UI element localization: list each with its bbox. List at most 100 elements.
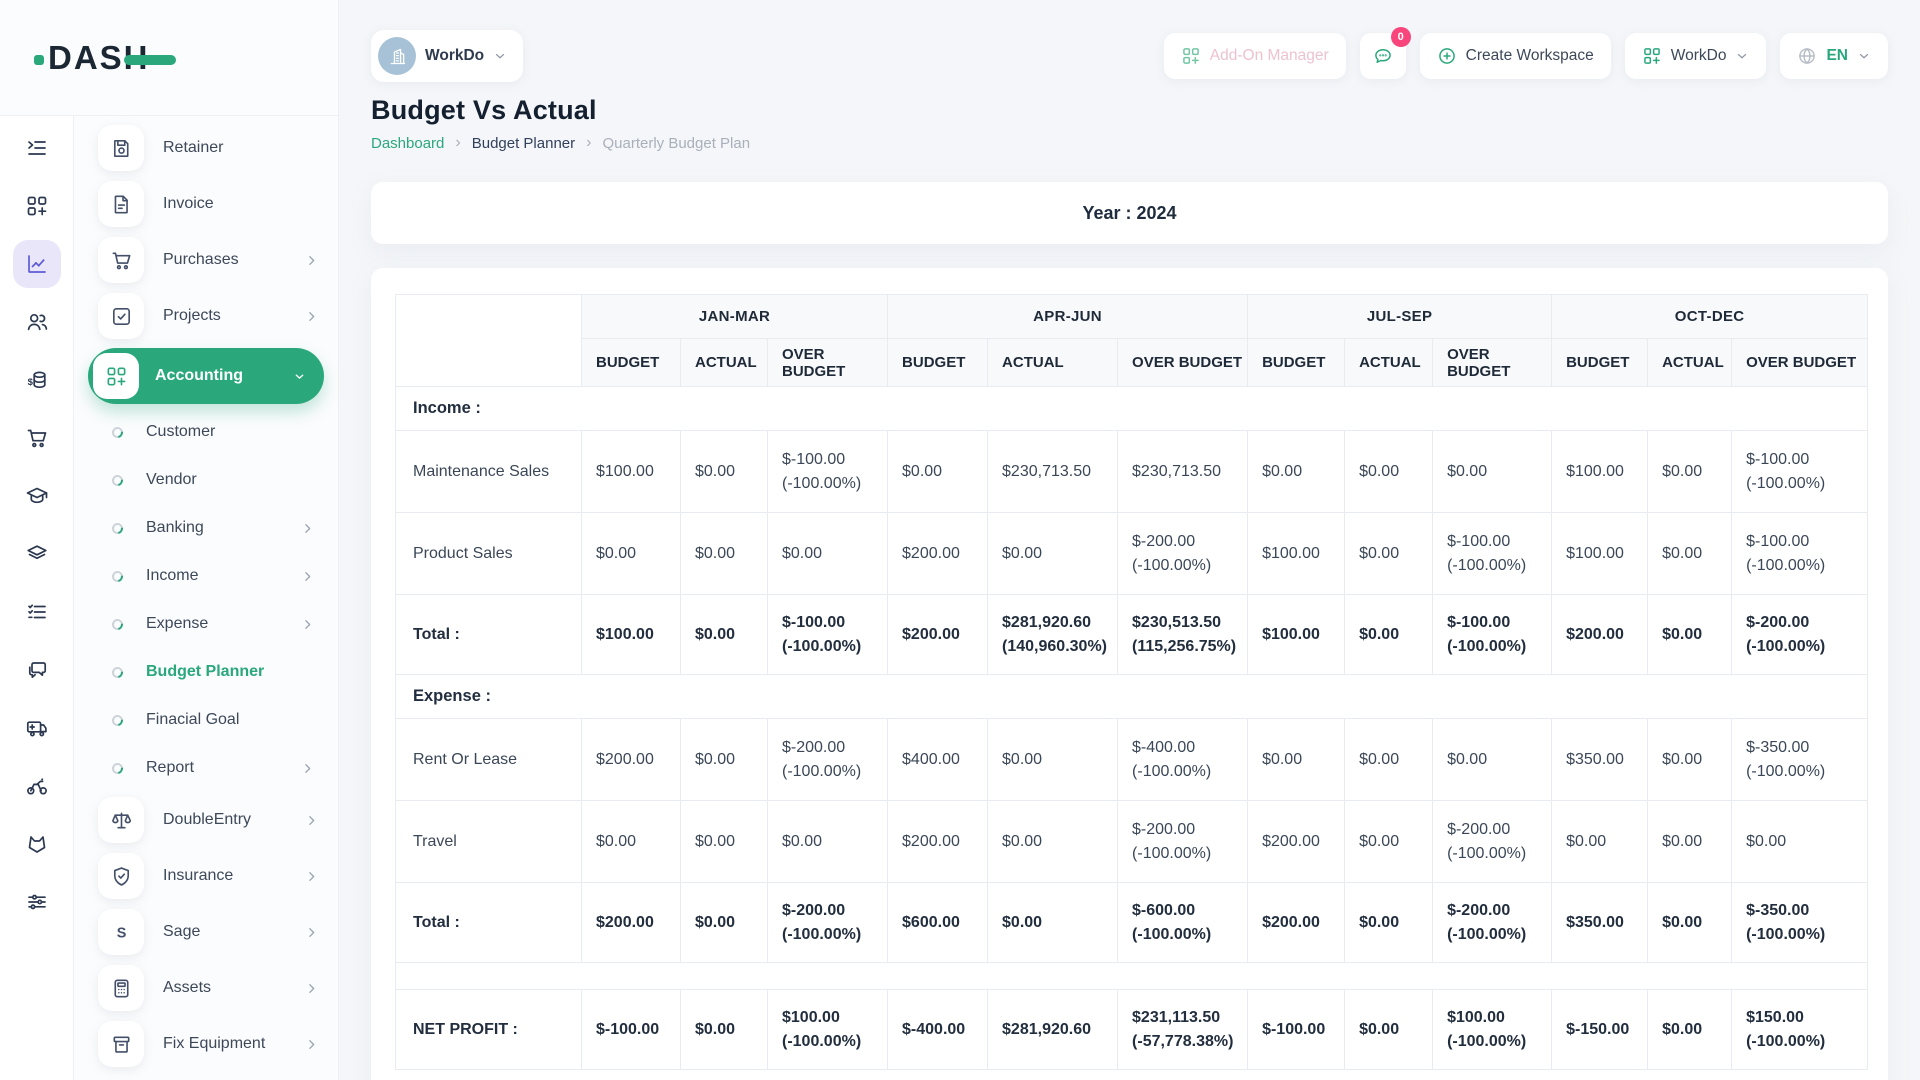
fix-equipment-archive-icon [98,1021,144,1067]
ambulance-truck-icon[interactable] [13,704,61,752]
chevron-right-icon [301,618,314,631]
column-header: BUDGET [582,339,681,387]
breadcrumb-separator: › [586,134,591,152]
table-cell: $200.00 [582,719,681,801]
analytics-chart-icon[interactable] [13,240,61,288]
sidebar-item-fix-equipment[interactable]: Fix Equipment [74,1016,338,1072]
row-label: Travel [396,801,582,883]
breadcrumb-separator: › [455,134,460,152]
purchases-cart-icon [98,237,144,283]
table-cell: $-100.00 (-100.00%) [768,431,888,513]
insurance-shield-icon [98,853,144,899]
collapse-menu-icon[interactable] [13,124,61,172]
table-cell: $200.00 [888,801,988,883]
column-header: ACTUAL [1648,339,1732,387]
sidebar-item-accounting[interactable]: Accounting [88,348,324,404]
table-cell: $0.00 [1345,513,1433,595]
bullet-icon [110,472,125,487]
sidebar-item-retainer[interactable]: Retainer [74,120,338,176]
table-cell: $0.00 [1345,431,1433,513]
sidebar-menu: RetainerInvoicePurchases Projects Accounti… [74,116,338,1080]
sidebar-subitem-vendor[interactable]: Vendor [74,456,338,504]
sidebar-subitem-label: Report [146,759,301,777]
workspace-switcher[interactable]: WorkDo [371,30,523,82]
page-title: Budget Vs Actual [371,95,1888,126]
table-cell: $100.00 [582,595,681,675]
table-cell: $0.00 [582,513,681,595]
sidebar-subitem-expense[interactable]: Expense [74,600,338,648]
layers-icon[interactable] [13,530,61,578]
sidebar-item-projects[interactable]: Projects [74,288,338,344]
table-cell: $0.00 [988,719,1118,801]
table-row: Maintenance Sales$100.00$0.00$-100.00 (-… [396,431,1868,513]
row-label: Total : [396,883,582,963]
row-label: Maintenance Sales [396,431,582,513]
table-cell: $-200.00 (-100.00%) [1732,595,1868,675]
sage-s-icon: S [98,909,144,955]
delivery-bike-icon[interactable] [13,762,61,810]
sidebar-item-insurance[interactable]: Insurance [74,848,338,904]
sidebar-item-assets[interactable]: Assets [74,960,338,1016]
main-content: WorkDo Add-On Manager 0 Create Workspace [339,0,1920,1080]
table-cell: $350.00 [1552,883,1648,963]
logo-accent-dot [34,55,44,65]
chevron-right-icon [305,254,318,267]
sidebar-item-invoice[interactable]: Invoice [74,176,338,232]
users-icon[interactable] [13,298,61,346]
sidebar-item-label: Projects [163,307,305,325]
sidebar-subitem-finacial-goal[interactable]: Finacial Goal [74,696,338,744]
table-cell: $0.00 [681,883,768,963]
messages-button[interactable]: 0 [1360,33,1406,79]
language-selector[interactable]: EN [1780,33,1888,79]
finance-coins-icon[interactable]: $ [13,356,61,404]
breadcrumb: Dashboard › Budget Planner › Quarterly B… [371,134,1888,152]
breadcrumb-dashboard[interactable]: Dashboard [371,135,444,152]
workdo-menu-button[interactable]: WorkDo [1625,33,1767,79]
sidebar-subitem-report[interactable]: Report [74,744,338,792]
checklist-icon[interactable] [13,588,61,636]
table-cell: $281,920.60 [988,990,1118,1070]
year-card: Year : 2024 [371,182,1888,244]
sidebar-item-label: Sage [163,923,305,941]
sidebar-subitem-banking[interactable]: Banking [74,504,338,552]
sidebar-subitem-label: Banking [146,519,301,537]
education-cap-icon[interactable] [13,472,61,520]
table-row: Product Sales$0.00$0.00$0.00$200.00$0.00… [396,513,1868,595]
table-cell: $200.00 [888,595,988,675]
projects-check-icon [98,293,144,339]
chat-bubbles-icon[interactable] [13,646,61,694]
logo-accent-dash [124,55,176,65]
addons-grid-icon[interactable] [13,182,61,230]
workspace-building-icon [378,37,416,75]
sidebar-item-label: DoubleEntry [163,811,305,829]
breadcrumb-budget-planner[interactable]: Budget Planner [472,135,575,152]
addon-manager-button[interactable]: Add-On Manager [1164,33,1346,79]
sidebar: DASH $ RetainerInvoicePurchases Projects A… [0,0,339,1080]
chevron-right-icon [301,762,314,775]
table-cell: $-600.00 (-100.00%) [1118,883,1248,963]
sliders-icon[interactable] [13,878,61,926]
sidebar-item-purchases[interactable]: Purchases [74,232,338,288]
sidebar-item-doubleentry[interactable]: DoubleEntry [74,792,338,848]
bullet-icon [110,520,125,535]
sidebar-subitem-income[interactable]: Income [74,552,338,600]
table-cell: $0.00 [768,801,888,883]
topbar: WorkDo Add-On Manager 0 Create Workspace [371,30,1888,82]
cart-icon[interactable] [13,414,61,462]
sidebar-subitem-budget-planner[interactable]: Budget Planner [74,648,338,696]
table-cell: $281,920.60 (140,960.30%) [988,595,1118,675]
globe-icon [1797,46,1817,66]
table-cell: $0.00 [1648,431,1732,513]
gitlab-cat-icon[interactable] [13,820,61,868]
bullet-icon [110,712,125,727]
create-workspace-button[interactable]: Create Workspace [1420,33,1611,79]
table-cell: $-350.00 (-100.00%) [1732,719,1868,801]
chevron-right-icon [305,310,318,323]
brand-logo[interactable]: DASH [0,0,338,116]
sidebar-body: $ RetainerInvoicePurchases Projects Accoun… [0,116,338,1080]
sidebar-subitem-customer[interactable]: Customer [74,408,338,456]
chevron-down-icon [493,49,507,63]
spacer-row [396,963,1868,990]
table-cell: $200.00 [582,883,681,963]
sidebar-item-sage[interactable]: S Sage [74,904,338,960]
